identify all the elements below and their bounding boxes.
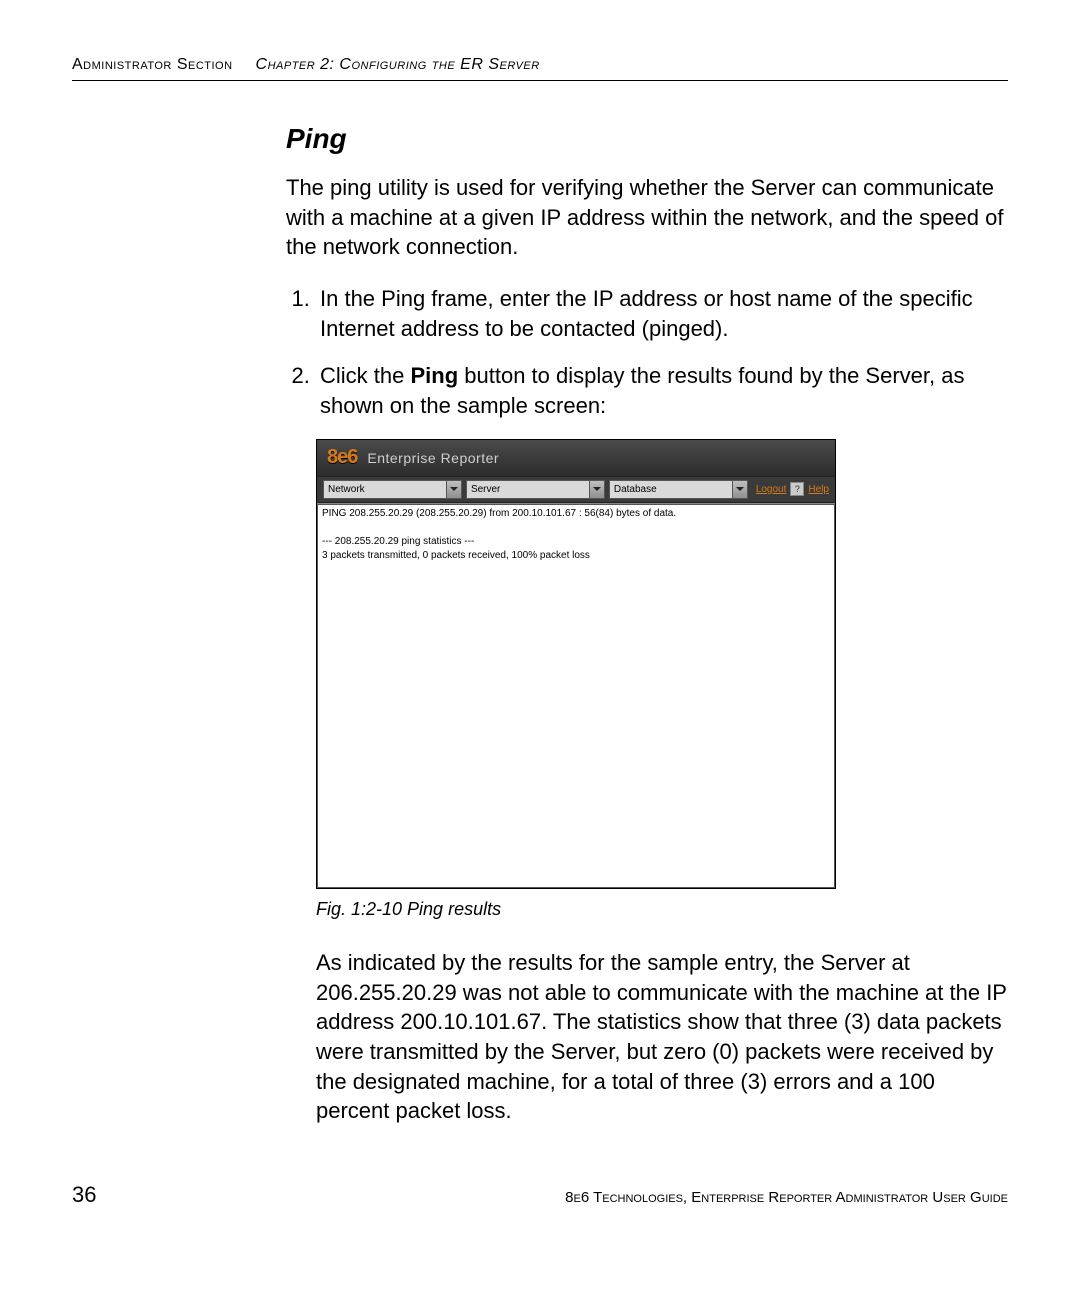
intro-paragraph: The ping utility is used for verifying w… <box>286 173 1008 262</box>
app-body: PING 208.255.20.29 (208.255.20.29) from … <box>317 503 835 888</box>
chevron-down-icon <box>593 487 601 491</box>
step-2-bold: Ping <box>410 363 458 388</box>
network-dropdown-button[interactable] <box>447 480 462 499</box>
page-footer: 36 8e6 Technologies, Enterprise Reporter… <box>72 1182 1008 1208</box>
steps-list: In the Ping frame, enter the IP address … <box>286 284 1008 421</box>
app-logo: 8e6 <box>327 446 357 469</box>
help-question-icon[interactable]: ? <box>790 482 804 496</box>
app-titlebar: 8e6 Enterprise Reporter <box>317 440 835 477</box>
app-window: 8e6 Enterprise Reporter Network Server <box>316 439 836 889</box>
menubar-right: Logout ? Help <box>756 482 829 496</box>
server-dropdown-button[interactable] <box>590 480 605 499</box>
header-section-right: Chapter 2: Configuring the ER Server <box>256 56 540 73</box>
database-dropdown-button[interactable] <box>733 480 748 499</box>
network-dropdown-label: Network <box>323 480 447 499</box>
page-number: 36 <box>72 1182 96 1208</box>
logout-link[interactable]: Logout <box>756 484 787 495</box>
header-section-left: Administrator Section <box>72 56 233 73</box>
network-dropdown[interactable]: Network <box>323 480 462 499</box>
ping-output: PING 208.255.20.29 (208.255.20.29) from … <box>317 504 835 888</box>
app-menubar: Network Server Database <box>317 477 835 503</box>
server-dropdown[interactable]: Server <box>466 480 605 499</box>
step-2-prefix: Click the <box>320 363 410 388</box>
step-2: Click the Ping button to display the res… <box>316 361 1008 420</box>
results-paragraph: As indicated by the results for the samp… <box>316 948 1008 1126</box>
main-content: Ping The ping utility is used for verify… <box>286 123 1008 1126</box>
database-dropdown[interactable]: Database <box>609 480 748 499</box>
footer-guide-title: 8e6 Technologies, Enterprise Reporter Ad… <box>565 1189 1008 1206</box>
app-subtitle: Enterprise Reporter <box>367 450 499 466</box>
database-dropdown-label: Database <box>609 480 733 499</box>
help-link[interactable]: Help <box>808 484 829 495</box>
step-1: In the Ping frame, enter the IP address … <box>316 284 1008 343</box>
figure-screenshot: 8e6 Enterprise Reporter Network Server <box>316 439 836 889</box>
section-title: Ping <box>286 123 1008 155</box>
figure-caption: Fig. 1:2-10 Ping results <box>316 899 1008 920</box>
chevron-down-icon <box>450 487 458 491</box>
server-dropdown-label: Server <box>466 480 590 499</box>
chevron-down-icon <box>736 487 744 491</box>
running-header: Administrator Section Chapter 2: Configu… <box>72 56 1008 81</box>
